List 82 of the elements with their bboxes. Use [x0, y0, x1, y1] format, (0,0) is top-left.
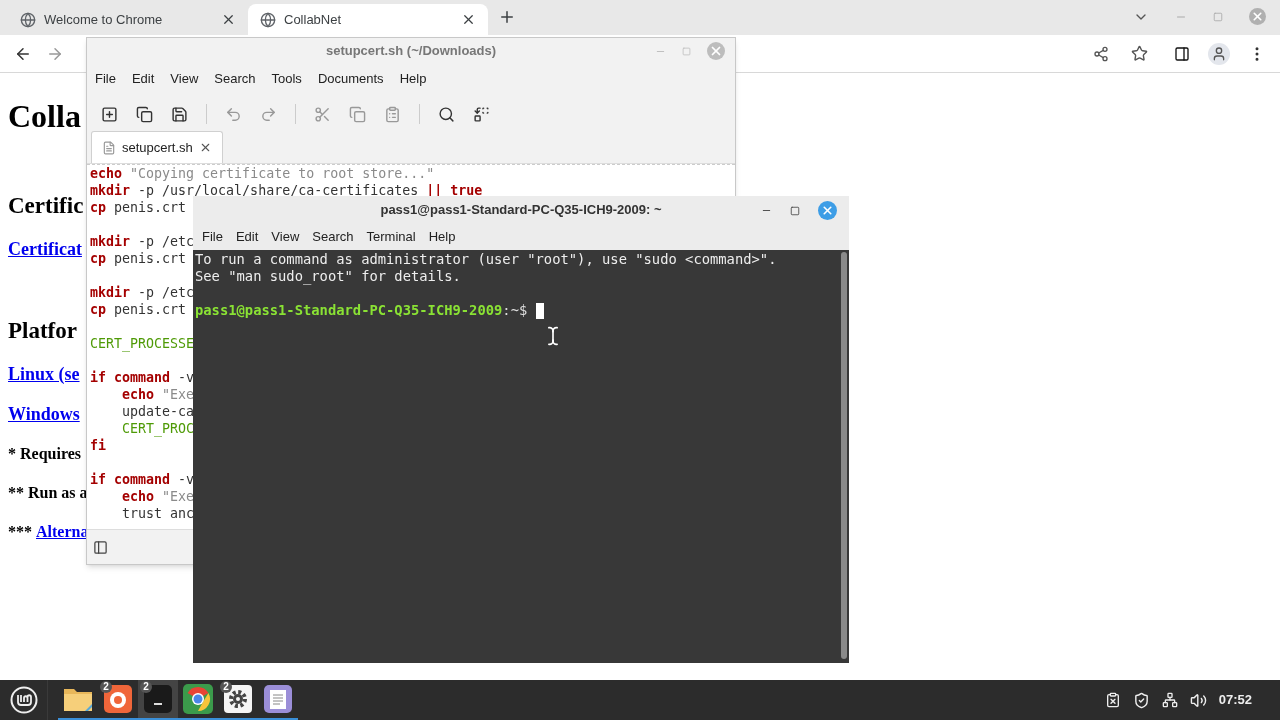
- menu-item[interactable]: Search: [307, 227, 359, 247]
- window-count-badge: 2: [100, 681, 112, 693]
- menu-item[interactable]: Tools: [265, 69, 308, 89]
- redo-icon[interactable]: [260, 105, 277, 123]
- taskbar-app[interactable]: 2: [218, 680, 258, 720]
- window-title: setupcert.sh (~/Downloads): [325, 42, 497, 61]
- menu-item[interactable]: Help: [423, 227, 461, 247]
- volume-icon[interactable]: [1189, 691, 1207, 709]
- section-heading: Certific: [8, 192, 84, 220]
- undo-icon[interactable]: [225, 105, 242, 123]
- document-tab[interactable]: setupcert.sh: [91, 131, 223, 163]
- profile-icon[interactable]: [1208, 42, 1230, 65]
- bookmark-star-icon[interactable]: [1131, 45, 1148, 62]
- page-link[interactable]: Linux (se: [8, 362, 80, 386]
- side-panel-icon[interactable]: [93, 539, 108, 555]
- clock[interactable]: 07:52: [1218, 690, 1252, 710]
- window-count-badge: 2: [140, 681, 152, 693]
- tab-title: setupcert.sh: [122, 138, 193, 157]
- section-heading: Platfor: [8, 317, 77, 345]
- code-line: mkdir -p /etc: [90, 284, 195, 301]
- chrome-icon: [183, 684, 213, 714]
- menu-item[interactable]: File: [197, 227, 228, 247]
- tab-title: CollabNet: [284, 10, 343, 29]
- terminal-output: See "man sudo_root" for details.: [195, 268, 461, 285]
- code-line: mkdir -p /etc: [90, 233, 195, 250]
- menu-item[interactable]: Edit: [125, 69, 161, 89]
- file-icon: [102, 140, 116, 155]
- menu-item[interactable]: View: [164, 69, 205, 89]
- page-link[interactable]: Windows: [8, 402, 80, 426]
- maximize-icon[interactable]: [790, 205, 800, 216]
- menu-item[interactable]: Search: [208, 69, 262, 89]
- page-link[interactable]: Certificat: [8, 237, 82, 261]
- prompt-user: pass1@pass1-Standard-PC-Q35-ICH9-2009: [195, 302, 503, 319]
- code-line: cp penis.crt: [90, 199, 187, 216]
- code-line: update-ca: [122, 403, 195, 420]
- code-line: trust anc: [122, 505, 195, 522]
- new-tab-icon[interactable]: [498, 8, 516, 26]
- menu-item[interactable]: Help: [393, 69, 433, 89]
- menu-item[interactable]: Terminal: [361, 227, 421, 247]
- browser-tab[interactable]: CollabNet: [248, 4, 488, 35]
- shield-icon[interactable]: [1132, 691, 1150, 709]
- text-cursor: [536, 302, 545, 319]
- terminal-output: To run a command as administrator (user "root"), use "sudo <command>".: [195, 251, 777, 268]
- search-icon[interactable]: [438, 105, 455, 123]
- code-line: fi: [90, 437, 106, 454]
- code-line: echo "Copying certificate to root store...": [90, 165, 435, 182]
- code-line: CERT_PROCESSE: [90, 335, 195, 352]
- text-editor-icon: [264, 685, 292, 713]
- menu-item[interactable]: Documents: [311, 69, 390, 89]
- scrollbar[interactable]: [841, 252, 847, 659]
- copy-icon[interactable]: [349, 105, 366, 123]
- share-icon[interactable]: [1093, 45, 1109, 62]
- taskbar-app[interactable]: 2: [98, 680, 138, 720]
- code-line: cp penis.crt: [90, 301, 187, 318]
- tab-title: Welcome to Chrome: [44, 10, 164, 29]
- cut-icon[interactable]: [314, 105, 331, 123]
- menu-item[interactable]: File: [89, 69, 122, 89]
- globe-icon: [20, 11, 36, 28]
- save-icon[interactable]: [171, 105, 188, 123]
- footnote-text: * Requires: [8, 444, 82, 465]
- taskbar-app[interactable]: 2: [138, 680, 178, 720]
- menu-item[interactable]: Edit: [230, 227, 264, 247]
- close-icon[interactable]: [461, 12, 476, 27]
- code-line: if command -v: [90, 369, 195, 386]
- paste-icon[interactable]: [384, 105, 401, 123]
- code-line: echo "Exe: [122, 386, 195, 403]
- code-line: cp penis.crt: [90, 250, 187, 267]
- window-count-badge: 2: [220, 681, 232, 693]
- new-file-icon[interactable]: [101, 105, 118, 123]
- window-title: pass1@pass1-Standard-PC-Q35-ICH9-2009: ~: [380, 201, 662, 220]
- code-line: echo "Exe: [122, 488, 195, 505]
- network-icon[interactable]: [1161, 692, 1178, 708]
- page-heading: Colla: [8, 97, 81, 136]
- menu-item[interactable]: View: [266, 227, 305, 247]
- code-line: CERT_PROC: [122, 420, 195, 437]
- prompt-path: :~$: [502, 302, 528, 319]
- footnote-mark: ***: [8, 522, 32, 542]
- code-line: if command -v: [90, 471, 195, 488]
- globe-icon: [260, 11, 276, 28]
- mint-menu-icon[interactable]: [9, 686, 38, 714]
- side-panel-icon[interactable]: [1174, 45, 1190, 62]
- close-icon[interactable]: [221, 12, 236, 27]
